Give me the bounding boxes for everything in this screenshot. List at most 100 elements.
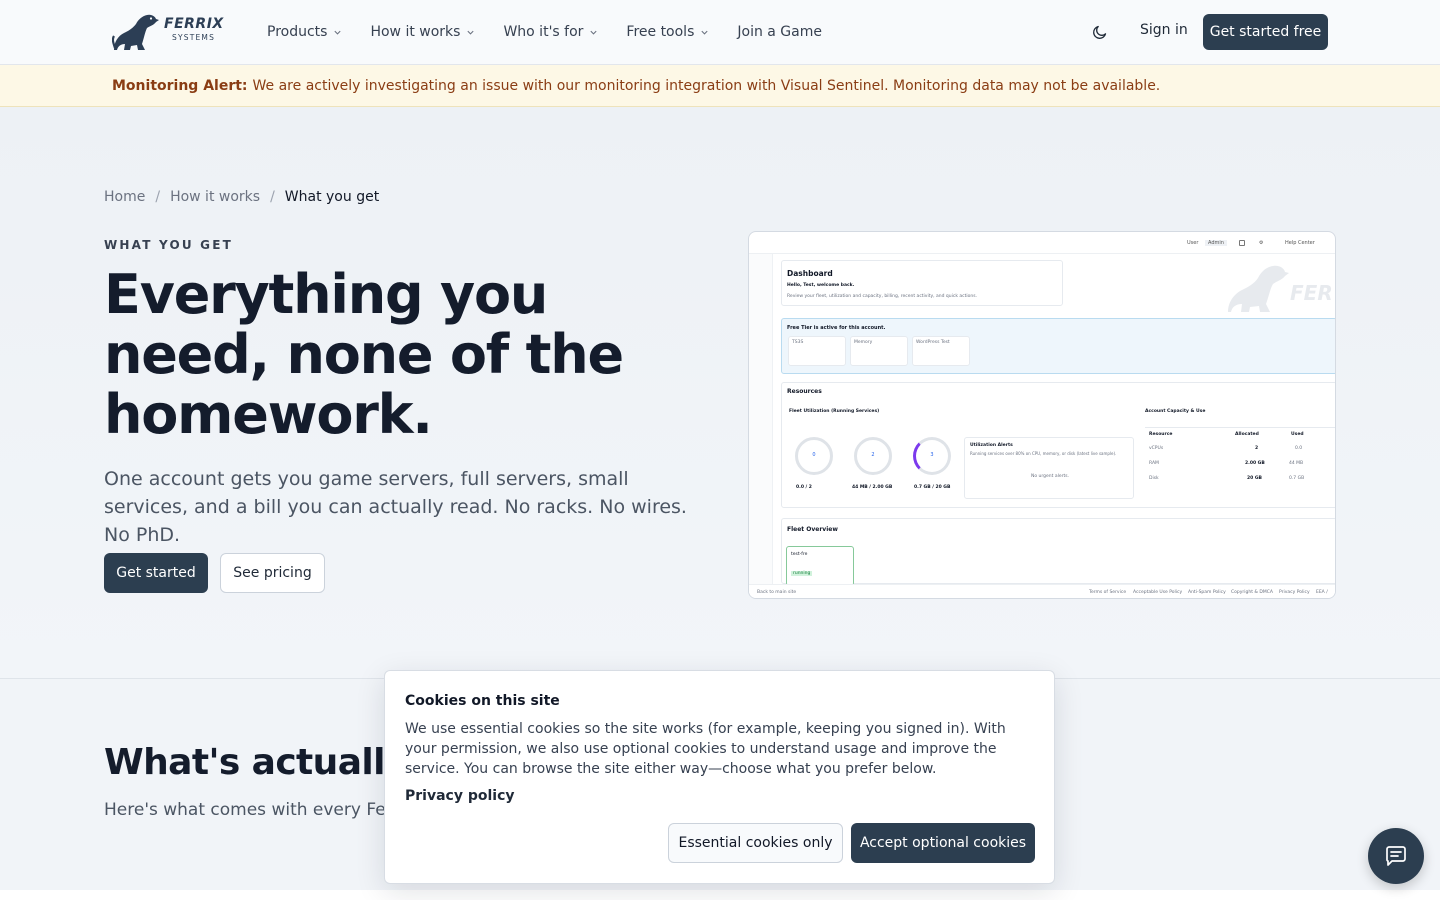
preview-footer: Back to main site Terms of Service Accep… xyxy=(749,584,1335,598)
capacity-header: Resource xyxy=(1149,432,1173,437)
preview-alerts-card: Utilization Alerts Running services over… xyxy=(964,437,1134,499)
preview-footer-link: Copyright & DMCA xyxy=(1231,590,1273,595)
preview-free-tier-text: Free Tier is active for this account. xyxy=(787,325,886,331)
capacity-header: Allocated xyxy=(1235,432,1259,437)
chevron-down-icon xyxy=(701,30,708,35)
preview-greeting-sub: Review your fleet, utilization and capac… xyxy=(787,294,977,299)
preview-help-center: Help Center xyxy=(1285,240,1315,246)
preview-fleet-item-name: test-fre xyxy=(791,552,808,557)
preview-user-tab: User xyxy=(1187,240,1199,246)
preview-footer-link: Anti-Spam Policy xyxy=(1188,590,1226,595)
get-started-free-button[interactable]: Get started free xyxy=(1203,14,1328,50)
preview-memory-ring: 2 xyxy=(854,437,892,475)
page-bottom-strip xyxy=(0,890,1440,900)
nav-how-it-works[interactable]: How it works xyxy=(370,24,475,40)
cookie-body: We use essential cookies so the site wor… xyxy=(405,721,1006,777)
capacity-cell: 0.0 xyxy=(1295,446,1303,451)
ferret-logo-icon xyxy=(112,14,159,51)
sign-in-link[interactable]: Sign in xyxy=(1140,22,1188,38)
nav-label: Products xyxy=(267,24,328,40)
cookie-title: Cookies on this site xyxy=(405,693,560,709)
preview-tier-card: TS3S xyxy=(788,336,846,366)
breadcrumb: Home / How it works / What you get xyxy=(104,189,379,205)
capacity-cell: RAM xyxy=(1149,461,1159,466)
preview-admin-tab: Admin xyxy=(1205,240,1227,246)
preview-free-tier-banner: Free Tier is active for this account. TS… xyxy=(781,318,1335,374)
breadcrumb-separator: / xyxy=(155,189,161,205)
main-nav: Products How it works Who it's for Free … xyxy=(267,0,850,64)
ferret-watermark-icon: FER xyxy=(1228,265,1333,312)
chat-button[interactable] xyxy=(1368,828,1424,884)
preview-disk-ring: 3 xyxy=(913,437,951,475)
breadcrumb-home[interactable]: Home xyxy=(104,189,145,205)
nav-products[interactable]: Products xyxy=(267,24,342,40)
nav-label: Join a Game xyxy=(737,24,822,40)
ring-center: 3 xyxy=(930,452,934,458)
site-header: FERRIX SYSTEMS Products How it works Who… xyxy=(0,0,1440,65)
preview-fleet-overview-card: Fleet Overview test-fre running xyxy=(781,518,1335,586)
preview-cpu-ring: 0 xyxy=(795,437,833,475)
monitoring-alert-banner: Monitoring Alert: We are actively invest… xyxy=(0,65,1440,107)
nav-label: Who it's for xyxy=(503,24,584,40)
cookie-consent-dialog: Cookies on this site We use essential co… xyxy=(384,670,1055,884)
preview-fleet-status-badge: running xyxy=(791,571,813,576)
essential-cookies-button[interactable]: Essential cookies only xyxy=(668,823,843,863)
preview-cpu-value: 0.0 / 2 xyxy=(796,485,812,490)
preview-tier-card-label: Memory xyxy=(854,340,873,345)
preview-resources-card: Resources Fleet Utilization (Running Ser… xyxy=(781,382,1335,508)
hero-subtitle: One account gets you game servers, full … xyxy=(104,468,687,546)
preview-fleet-util-title: Fleet Utilization (Running Services) xyxy=(789,409,880,414)
svg-text:FER: FER xyxy=(1290,281,1333,305)
preview-bell-icon xyxy=(1239,240,1245,246)
hero-title: Everything you need, none of the homewor… xyxy=(104,263,624,446)
alert-message: We are actively investigating an issue w… xyxy=(252,77,1161,94)
preview-fleet-item: test-fre running xyxy=(786,546,854,586)
chevron-down-icon xyxy=(467,30,475,35)
nav-label: How it works xyxy=(370,24,461,40)
nav-who-its-for[interactable]: Who it's for xyxy=(503,24,598,40)
ring-center: 2 xyxy=(871,452,875,458)
capacity-cell: 20 GB xyxy=(1247,476,1262,481)
privacy-policy-link[interactable]: Privacy policy xyxy=(405,788,515,804)
capacity-cell: Disk xyxy=(1149,476,1159,481)
nav-free-tools[interactable]: Free tools xyxy=(626,24,709,40)
chevron-down-icon xyxy=(590,30,597,35)
capacity-cell: 2.00 GB xyxy=(1245,461,1265,466)
ferrix-logo[interactable]: FERRIX SYSTEMS xyxy=(112,12,236,52)
theme-toggle-button[interactable] xyxy=(1088,20,1112,44)
preview-footer-link: Terms of Service xyxy=(1089,590,1127,595)
preview-footer-back: Back to main site xyxy=(757,590,797,595)
hero-eyebrow: WHAT YOU GET xyxy=(104,238,234,252)
nav-label: Free tools xyxy=(626,24,695,40)
get-started-button[interactable]: Get started xyxy=(104,553,208,593)
moon-icon xyxy=(1093,25,1107,39)
preview-header-card: Dashboard Hello, Test, welcome back. Rev… xyxy=(781,260,1063,306)
preview-memory-value: 44 MB / 2.00 GB xyxy=(852,485,893,490)
preview-tier-card: Memory xyxy=(850,336,908,366)
logo-subtitle: SYSTEMS xyxy=(172,33,216,42)
preview-resources-title: Resources xyxy=(787,388,822,395)
ring-center: 0 xyxy=(812,452,816,458)
capacity-cell: vCPUs xyxy=(1149,446,1164,451)
preview-dashboard-title: Dashboard xyxy=(787,269,833,278)
breadcrumb-current: What you get xyxy=(284,189,380,205)
preview-footer-link: Acceptable Use Policy xyxy=(1133,590,1183,595)
see-pricing-button[interactable]: See pricing xyxy=(220,553,325,593)
capacity-cell: 0.7 GB xyxy=(1289,476,1305,481)
capacity-header: Used xyxy=(1291,432,1304,437)
breadcrumb-how-it-works[interactable]: How it works xyxy=(170,189,260,205)
chat-icon xyxy=(1386,846,1406,866)
preview-alerts-title: Utilization Alerts xyxy=(970,443,1013,448)
preview-greeting: Hello, Test, welcome back. xyxy=(787,283,855,288)
preview-capacity-table: Resource Allocated Used vCPUs 2 0.0 RAM … xyxy=(1145,427,1335,491)
capacity-cell: 2 xyxy=(1255,446,1259,451)
preview-alerts-empty: No urgent alerts. xyxy=(1031,474,1070,479)
dashboard-preview: User Admin ⚙ Help Center Dashboard Hello… xyxy=(748,231,1336,599)
accept-cookies-button[interactable]: Accept optional cookies xyxy=(851,823,1035,863)
preview-footer-link: Privacy Policy xyxy=(1279,590,1310,595)
preview-tier-card-label: TS3S xyxy=(792,340,804,345)
preview-disk-value: 0.7 GB / 20 GB xyxy=(914,485,951,490)
section-subtitle: Here's what comes with every Ferri xyxy=(104,800,405,820)
preview-capacity-title: Account Capacity & Use xyxy=(1145,409,1206,414)
nav-join-a-game[interactable]: Join a Game xyxy=(737,24,822,40)
